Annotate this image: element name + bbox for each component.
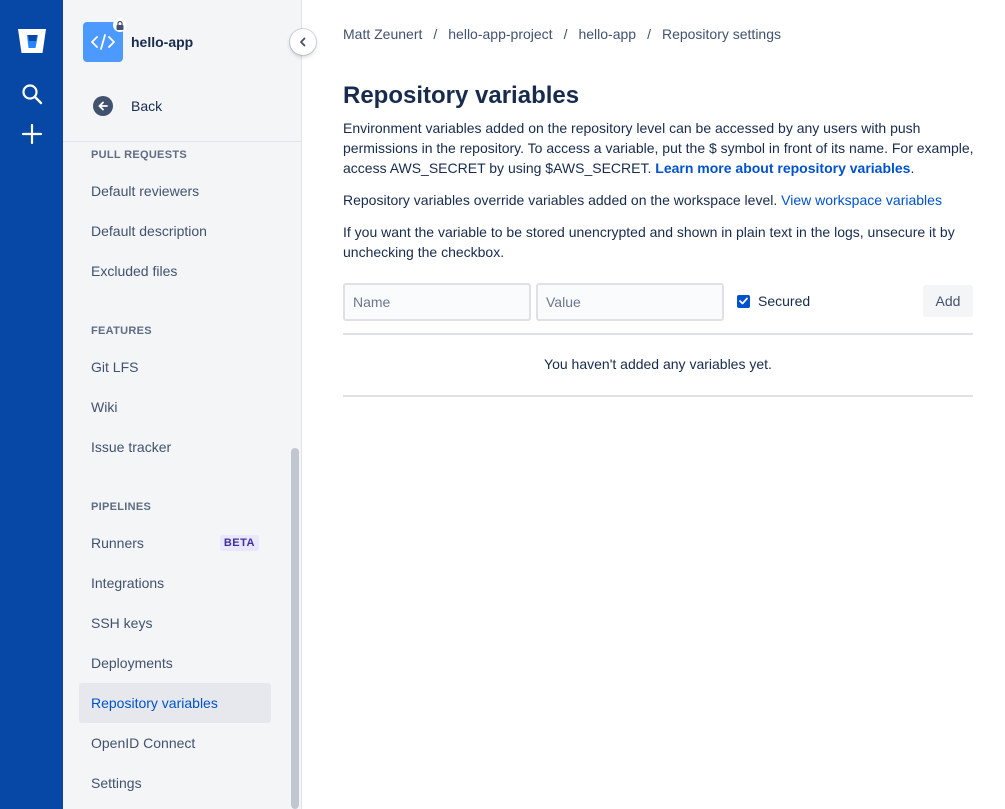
breadcrumb: Matt Zeunert / hello-app-project / hello…	[343, 26, 781, 42]
variable-value-input[interactable]	[536, 283, 724, 321]
sidebar-item-runners[interactable]: Runners BETA	[79, 523, 271, 563]
sidebar-item-integrations[interactable]: Integrations	[79, 563, 271, 603]
description-paragraph: Environment variables added on the repos…	[343, 118, 975, 178]
page-title: Repository variables	[343, 82, 580, 109]
empty-state-message: You haven't added any variables yet.	[544, 356, 772, 372]
section-heading-pipelines: PIPELINES	[91, 501, 152, 513]
checkmark-icon	[739, 297, 748, 305]
sidebar-item-issue-tracker[interactable]: Issue tracker	[79, 427, 271, 467]
create-plus-icon[interactable]	[0, 118, 63, 150]
unsecure-paragraph: If you want the variable to be stored un…	[343, 224, 955, 260]
sidebar-item-repository-variables[interactable]: Repository variables	[79, 683, 271, 723]
sidebar-item-ssh-keys[interactable]: SSH keys	[79, 603, 271, 643]
sidebar-scrollbar[interactable]	[289, 142, 302, 809]
back-button[interactable]: Back	[93, 94, 162, 118]
description-period: .	[910, 160, 915, 176]
search-icon[interactable]	[0, 78, 63, 110]
learn-more-link[interactable]: Learn more about repository variables	[655, 160, 910, 176]
sidebar-item-excluded-files[interactable]: Excluded files	[79, 251, 271, 291]
secured-checkbox-group[interactable]: Secured	[737, 293, 810, 309]
override-paragraph: Repository variables override variables …	[343, 190, 975, 210]
repo-avatar	[83, 18, 127, 62]
scrollbar-thumb[interactable]	[291, 448, 299, 809]
variable-name-input[interactable]	[343, 283, 531, 321]
secured-checkbox[interactable]	[737, 294, 750, 308]
sidebar-item-openid-connect[interactable]: OpenID Connect	[79, 723, 271, 763]
breadcrumb-repository-settings[interactable]: Repository settings	[662, 26, 781, 42]
back-label: Back	[131, 98, 163, 114]
arrow-left-icon	[93, 96, 113, 116]
bitbucket-logo-icon[interactable]	[0, 22, 63, 60]
sidebar: hello-app Back PULL REQUESTS Default rev…	[63, 0, 302, 809]
secured-label: Secured	[758, 293, 811, 309]
breadcrumb-separator: /	[433, 26, 438, 42]
repo-header[interactable]: hello-app	[83, 18, 194, 62]
section-heading-pull-requests: PULL REQUESTS	[91, 149, 187, 161]
table-bottom-divider	[343, 395, 973, 397]
breadcrumb-separator: /	[563, 26, 568, 42]
sidebar-item-label: Runners	[91, 535, 144, 551]
lock-icon	[113, 18, 127, 32]
sidebar-divider	[63, 141, 301, 142]
table-top-divider	[343, 333, 973, 335]
add-variable-button[interactable]: Add	[923, 285, 973, 317]
main-content: Matt Zeunert / hello-app-project / hello…	[303, 0, 1005, 809]
breadcrumb-separator: /	[647, 26, 651, 42]
add-variable-form: Secured Add	[343, 283, 973, 321]
sidebar-item-default-description[interactable]: Default description	[79, 211, 271, 251]
sidebar-item-settings[interactable]: Settings	[79, 763, 271, 803]
beta-badge: BETA	[219, 535, 259, 551]
section-heading-features: FEATURES	[91, 325, 152, 337]
breadcrumb-workspace[interactable]: Matt Zeunert	[343, 26, 422, 42]
breadcrumb-project[interactable]: hello-app-project	[448, 26, 552, 42]
sidebar-item-git-lfs[interactable]: Git LFS	[79, 347, 271, 387]
code-icon	[91, 34, 115, 50]
override-text: Repository variables override variables …	[343, 192, 778, 208]
sidebar-item-wiki[interactable]: Wiki	[79, 387, 271, 427]
breadcrumb-repository[interactable]: hello-app	[578, 26, 636, 42]
global-nav	[0, 0, 63, 809]
sidebar-item-deployments[interactable]: Deployments	[79, 643, 271, 683]
view-workspace-variables-link[interactable]: View workspace variables	[781, 192, 942, 208]
repo-name: hello-app	[131, 34, 194, 50]
sidebar-item-default-reviewers[interactable]: Default reviewers	[79, 171, 271, 211]
